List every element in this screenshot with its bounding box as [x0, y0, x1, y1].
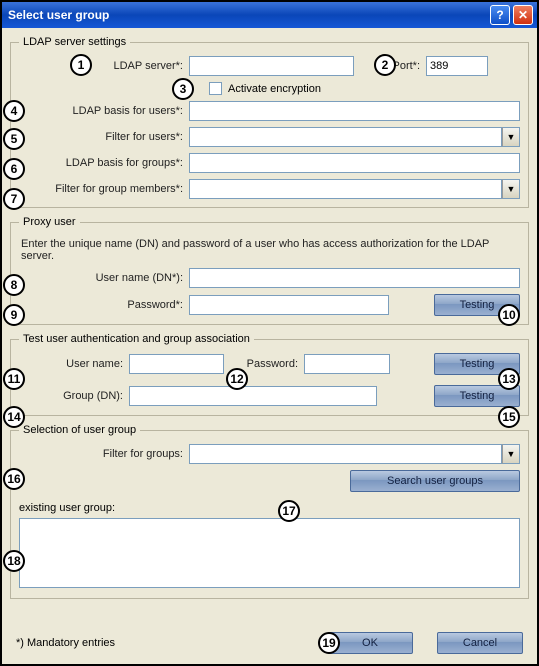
close-icon: ✕: [518, 8, 528, 22]
ldap-groupbox: LDAP server settings LDAP server*: Port*…: [10, 36, 529, 208]
test-auth-button[interactable]: Testing: [434, 353, 520, 375]
window-title: Select user group: [8, 8, 109, 22]
test-groupbox: Test user authentication and group assoc…: [10, 333, 529, 416]
filter-groups-dropdown-button[interactable]: ▼: [502, 444, 520, 464]
filter-users-label: Filter for users*:: [19, 131, 189, 143]
filter-groups-combo[interactable]: [189, 444, 502, 464]
test-password-label: Password:: [244, 358, 304, 370]
cancel-button[interactable]: Cancel: [437, 632, 523, 654]
proxy-password-label: Password*:: [19, 299, 189, 311]
test-group-label: Group (DN):: [19, 390, 129, 402]
port-label: Port*:: [386, 60, 426, 72]
dialog-body: 1 2 3 4 5 6 7 8 9 10 11 12 13 14 15 16 1…: [2, 28, 537, 664]
ldap-server-label: LDAP server*:: [19, 60, 189, 72]
filter-users-dropdown-button[interactable]: ▼: [502, 127, 520, 147]
ldap-legend: LDAP server settings: [19, 36, 130, 48]
test-group-button[interactable]: Testing: [434, 385, 520, 407]
proxy-testing-button[interactable]: Testing: [434, 294, 520, 316]
encrypt-checkbox[interactable]: [209, 82, 222, 95]
basis-users-input[interactable]: [189, 101, 520, 121]
proxy-username-input[interactable]: [189, 268, 520, 288]
test-legend: Test user authentication and group assoc…: [19, 333, 254, 345]
test-username-input[interactable]: [129, 354, 224, 374]
selection-legend: Selection of user group: [19, 424, 140, 436]
mandatory-note: *) Mandatory entries: [16, 637, 115, 649]
basis-users-label: LDAP basis for users*:: [19, 105, 189, 117]
ok-button[interactable]: OK: [327, 632, 413, 654]
proxy-note: Enter the unique name (DN) and password …: [21, 238, 520, 262]
selection-groupbox: Selection of user group Filter for group…: [10, 424, 529, 599]
port-input[interactable]: [426, 56, 488, 76]
proxy-username-label: User name (DN*):: [19, 272, 189, 284]
titlebar: Select user group ? ✕: [2, 2, 537, 28]
filter-group-members-dropdown-button[interactable]: ▼: [502, 179, 520, 199]
test-username-label: User name:: [19, 358, 129, 370]
proxy-groupbox: Proxy user Enter the unique name (DN) an…: [10, 216, 529, 325]
proxy-legend: Proxy user: [19, 216, 80, 228]
filter-groups-label: Filter for groups:: [19, 448, 189, 460]
filter-group-members-label: Filter for group members*:: [19, 183, 189, 195]
search-user-groups-button[interactable]: Search user groups: [350, 470, 520, 492]
encrypt-label: Activate encryption: [228, 83, 321, 95]
test-group-input[interactable]: [129, 386, 377, 406]
existing-group-listbox[interactable]: [19, 518, 520, 588]
basis-groups-input[interactable]: [189, 153, 520, 173]
existing-group-label: existing user group:: [19, 502, 115, 514]
filter-group-members-combo[interactable]: [189, 179, 502, 199]
filter-users-combo[interactable]: [189, 127, 502, 147]
close-button[interactable]: ✕: [513, 5, 533, 25]
help-button[interactable]: ?: [490, 5, 510, 25]
basis-groups-label: LDAP basis for groups*:: [19, 157, 189, 169]
test-password-input[interactable]: [304, 354, 390, 374]
chevron-down-icon: ▼: [507, 184, 516, 194]
chevron-down-icon: ▼: [507, 449, 516, 459]
ldap-server-input[interactable]: [189, 56, 354, 76]
chevron-down-icon: ▼: [507, 132, 516, 142]
proxy-password-input[interactable]: [189, 295, 389, 315]
